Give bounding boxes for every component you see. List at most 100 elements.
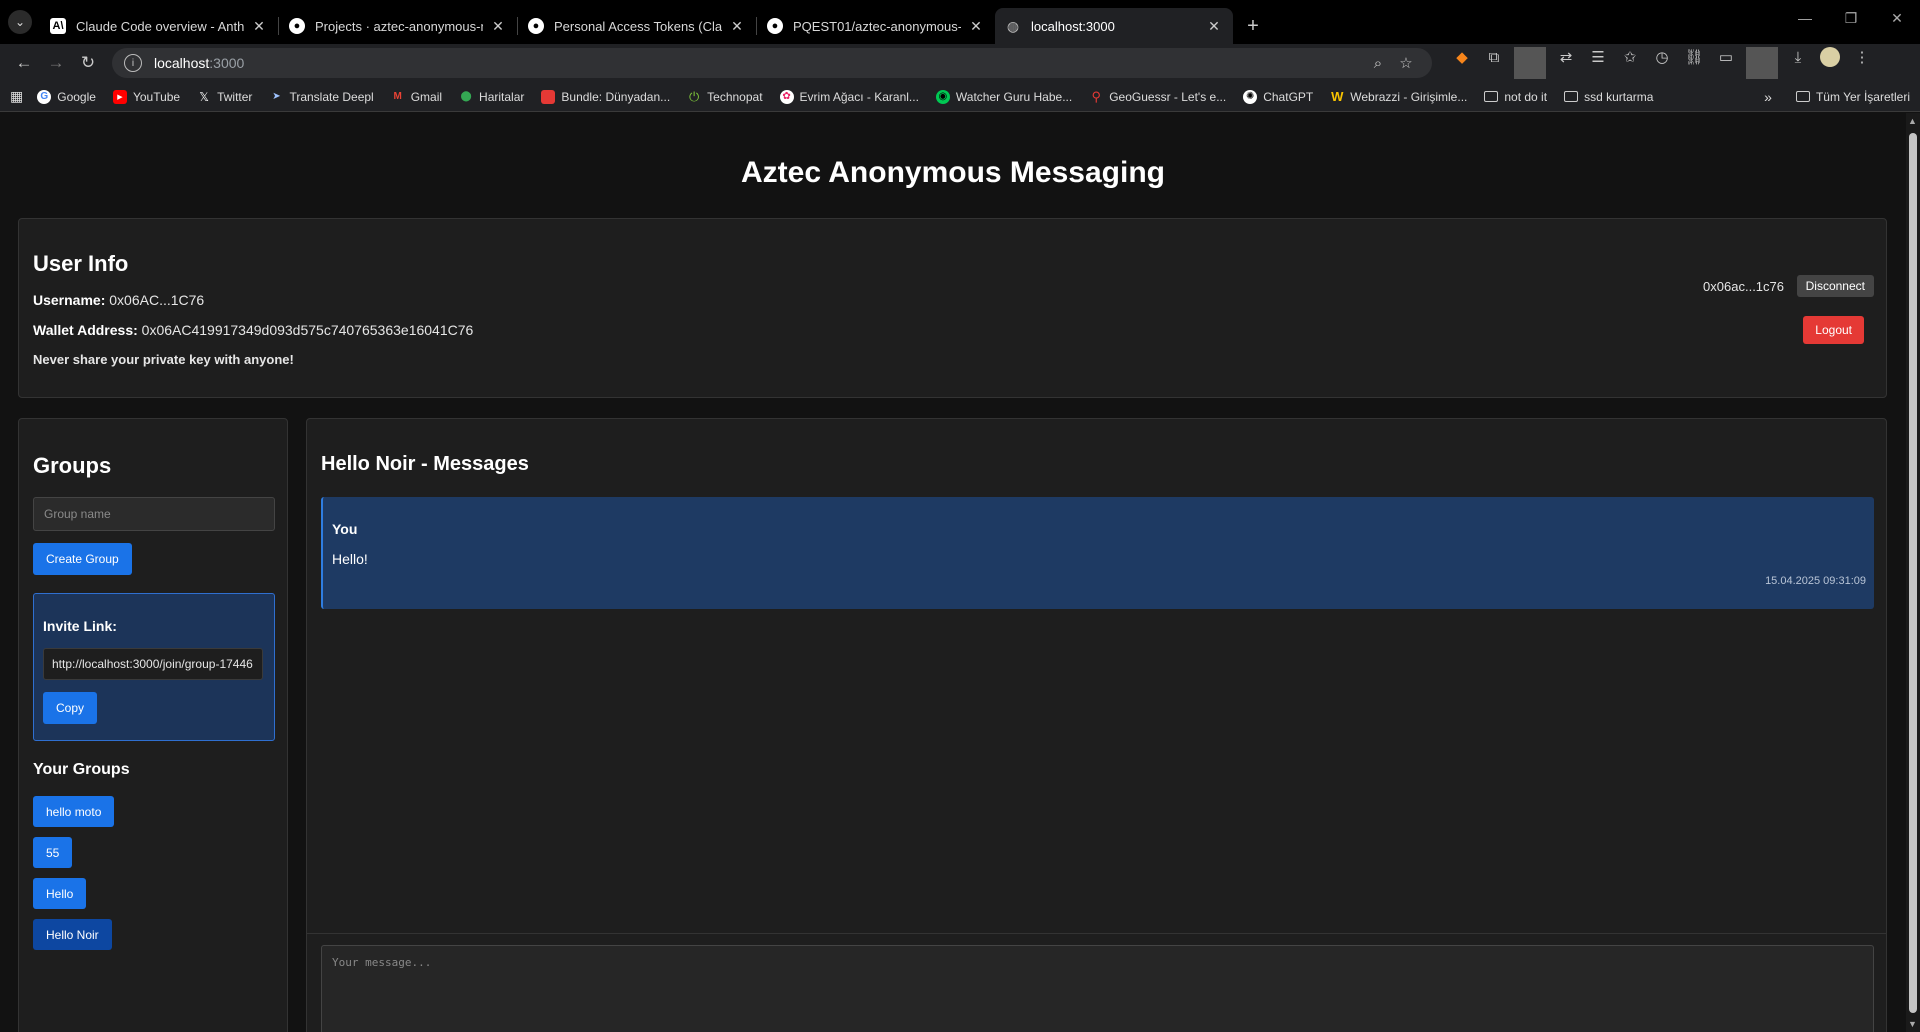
tab-projects[interactable]: ● Projects · aztec-anonymous-me ✕ — [279, 8, 517, 44]
close-icon[interactable]: ✕ — [967, 18, 985, 35]
anthropic-icon: A\ — [50, 18, 66, 34]
bookmark-label: Haritalar — [479, 89, 525, 104]
extensions-toolbar: ◆ ⧉ ⇄ ☰ ✩ ◷ ⛓ ▭ ⤓ ⋮ — [1446, 41, 1878, 85]
google-icon: G — [37, 89, 52, 104]
bookmark-twitter[interactable]: 𝕏 Twitter — [197, 90, 252, 104]
address-bar[interactable]: i localhost:3000 ⌕ ☆ — [112, 48, 1432, 78]
translate-icon[interactable]: ⇄ — [1550, 41, 1582, 73]
bookmark-youtube[interactable]: ▶ YouTube — [112, 89, 180, 104]
bookmark-deepl[interactable]: ➤ Translate Deepl — [269, 90, 373, 104]
power-icon: ⏻ — [689, 88, 700, 104]
private-key-warning: Never share your private key with anyone… — [33, 352, 294, 367]
bookmark-gmail[interactable]: M Gmail — [391, 90, 443, 104]
your-groups-heading: Your Groups — [33, 761, 130, 778]
page-viewport: Aztec Anonymous Messaging User Info User… — [0, 113, 1920, 1032]
message-text: Hello! — [332, 551, 368, 567]
window-controls: — ❐ ✕ — [1782, 0, 1920, 36]
disconnect-button[interactable]: Disconnect — [1796, 275, 1874, 297]
bookmark-watcher-guru[interactable]: ◉ Watcher Guru Habe... — [935, 89, 1072, 104]
download-icon[interactable]: ⤓ — [1782, 41, 1814, 73]
message-input[interactable] — [321, 945, 1874, 1032]
group-item-55[interactable]: 55 — [33, 837, 73, 868]
group-item-hello[interactable]: Hello — [33, 878, 87, 909]
toolbar-divider — [1746, 47, 1778, 79]
close-icon[interactable]: ✕ — [489, 18, 507, 35]
webrazzi-icon: W — [1331, 89, 1344, 104]
tab-personal-access-tokens[interactable]: ● Personal Access Tokens (Classic ✕ — [518, 8, 756, 44]
logout-button[interactable]: Logout — [1803, 316, 1864, 344]
group-item-hello-noir[interactable]: Hello Noir — [33, 919, 112, 950]
bookmark-folder-ssd-kurtarma[interactable]: ssd kurtarma — [1564, 90, 1653, 104]
browser-toolbar: ← → ↻ i localhost:3000 ⌕ ☆ ◆ ⧉ ⇄ ☰ ✩ ◷ ⛓… — [0, 44, 1920, 82]
groups-heading: Groups — [33, 453, 112, 478]
bookmark-evrim-agaci[interactable]: ✿ Evrim Ağacı - Karanl... — [779, 89, 919, 104]
favorites-icon[interactable]: ✩ — [1614, 41, 1646, 73]
split-screen-icon[interactable]: ▭ — [1710, 41, 1742, 73]
browser-tab-strip: ⌄ A\ Claude Code overview - Anthro ✕ ● P… — [0, 0, 1920, 44]
profile-avatar[interactable] — [1814, 41, 1846, 73]
bookmark-webrazzi[interactable]: W Webrazzi - Girişimle... — [1330, 89, 1467, 104]
group-item-hello-moto[interactable]: hello moto — [33, 796, 115, 827]
bookmark-folder-not-do-it[interactable]: not do it — [1484, 90, 1547, 104]
scroll-down-icon[interactable]: ▼ — [1908, 1019, 1917, 1029]
x-icon: 𝕏 — [199, 89, 209, 104]
tab-search-icon[interactable]: ⌄ — [8, 10, 32, 34]
bookmark-bundle[interactable]: Bundle: Dünyadan... — [541, 89, 670, 104]
bookmark-geoguessr[interactable]: ⚲ GeoGuessr - Let's e... — [1089, 89, 1226, 104]
youtube-icon: ▶ — [112, 89, 127, 104]
tab-title: PQEST01/aztec-anonymous-me — [793, 18, 961, 34]
scroll-up-icon[interactable]: ▲ — [1908, 116, 1917, 126]
bookmark-label: Technopat — [707, 89, 763, 104]
maps-icon: ⬤ — [460, 91, 472, 102]
reading-list-icon[interactable]: ☰ — [1582, 41, 1614, 73]
zoom-icon[interactable]: ⌕ — [1364, 55, 1392, 72]
create-group-button[interactable]: Create Group — [33, 543, 132, 575]
copy-invite-button[interactable]: Copy — [43, 692, 98, 724]
gmail-icon: M — [393, 91, 402, 102]
tab-title: Claude Code overview - Anthro — [76, 18, 244, 34]
new-tab-button[interactable]: + — [1239, 12, 1267, 40]
bookmark-chatgpt[interactable]: ✺ ChatGPT — [1243, 89, 1313, 104]
scrollbar-thumb[interactable] — [1909, 133, 1917, 1013]
chatgpt-icon: ✺ — [1243, 89, 1258, 104]
tab-localhost[interactable]: ◍ localhost:3000 ✕ — [995, 8, 1233, 44]
bookmark-google[interactable]: G Google — [37, 89, 96, 104]
folder-icon — [1484, 91, 1499, 102]
restore-icon[interactable]: ❐ — [1828, 0, 1874, 36]
tab-title: Projects · aztec-anonymous-me — [315, 18, 483, 34]
message-sender: You — [332, 521, 358, 537]
metamask-icon[interactable]: ◆ — [1446, 41, 1478, 73]
bookmark-maps[interactable]: ⬤ Haritalar — [459, 90, 524, 104]
minimize-icon[interactable]: — — [1782, 0, 1828, 36]
history-icon[interactable]: ◷ — [1646, 41, 1678, 73]
bookmark-technopat[interactable]: ⏻ Technopat — [687, 88, 763, 104]
back-icon[interactable]: ← — [8, 47, 40, 79]
more-menu-icon[interactable]: ⋮ — [1846, 41, 1878, 73]
connected-wallet-address: 0x06ac...1c76 — [1703, 279, 1784, 294]
tab-repository[interactable]: ● PQEST01/aztec-anonymous-me ✕ — [757, 8, 995, 44]
username-label: Username: — [33, 292, 106, 308]
extensions-puzzle-icon[interactable]: ⧉ — [1478, 41, 1510, 73]
link-icon[interactable]: ⛓ — [1678, 41, 1710, 73]
close-icon[interactable]: ✕ — [1205, 18, 1223, 35]
forward-icon[interactable]: → — [40, 47, 72, 79]
reload-icon[interactable]: ↻ — [72, 47, 104, 79]
chevron-double-right-icon[interactable]: » — [1764, 89, 1772, 105]
tab-claude-code[interactable]: A\ Claude Code overview - Anthro ✕ — [40, 8, 278, 44]
close-icon[interactable]: ✕ — [728, 18, 746, 35]
apps-grid-icon[interactable]: ▦ — [10, 88, 23, 105]
user-info-card: User Info Username: 0x06AC...1C76 Wallet… — [18, 218, 1887, 398]
group-name-input[interactable] — [33, 497, 275, 531]
message-timestamp: 15.04.2025 09:31:09 — [1765, 575, 1866, 587]
close-icon[interactable]: ✕ — [250, 18, 268, 35]
close-window-icon[interactable]: ✕ — [1874, 0, 1920, 36]
page-scrollbar[interactable]: ▲ ▼ — [1906, 113, 1920, 1032]
bookmark-star-icon[interactable]: ☆ — [1392, 54, 1420, 72]
url-port: :3000 — [209, 55, 245, 71]
username-row: Username: 0x06AC...1C76 — [33, 292, 204, 308]
all-bookmarks-folder[interactable]: Tüm Yer İşaretleri — [1795, 90, 1910, 104]
globe-icon: ◍ — [1006, 17, 1020, 34]
invite-link-field[interactable] — [43, 648, 263, 680]
site-info-icon[interactable]: i — [124, 54, 142, 72]
invite-link-panel: Invite Link: Copy — [33, 593, 275, 741]
